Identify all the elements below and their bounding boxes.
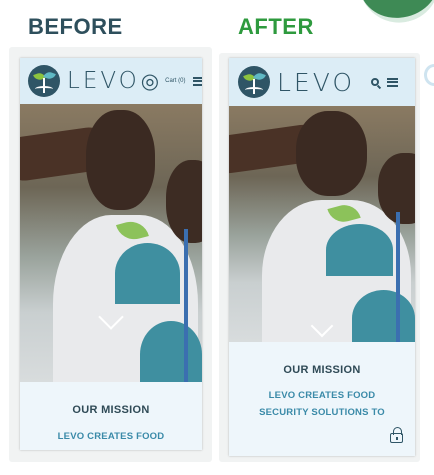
after-label: AFTER bbox=[238, 14, 314, 39]
mission-line: SECURITY SOLUTIONS TO bbox=[259, 407, 385, 418]
mission-section: OUR MISSION LEVO CREATES FOOD bbox=[20, 382, 202, 450]
after-screenshot: LEVO OUR MISSION LEVO CREATES FOOD SECUR… bbox=[229, 58, 415, 456]
logo-wordmark[interactable]: LEVO bbox=[67, 68, 140, 94]
logo-wordmark[interactable]: LEVO bbox=[277, 68, 355, 97]
decorative-ring bbox=[424, 64, 434, 86]
mission-section: OUR MISSION LEVO CREATES FOOD SECURITY S… bbox=[229, 342, 415, 456]
mission-title: OUR MISSION bbox=[72, 404, 150, 416]
decorative-leaf bbox=[360, 0, 434, 32]
mission-line: LEVO CREATES FOOD bbox=[268, 390, 376, 401]
before-label: BEFORE bbox=[28, 14, 123, 39]
hero-image bbox=[229, 106, 415, 342]
before-screenshot: LEVO ◎ Cart (0) OUR MISSION LEVO CREATES… bbox=[20, 58, 202, 450]
levo-logo-icon[interactable] bbox=[28, 65, 60, 97]
site-header: LEVO ◎ Cart (0) bbox=[20, 58, 202, 104]
site-header: LEVO bbox=[229, 58, 415, 106]
cart-label[interactable]: Cart (0) bbox=[165, 78, 185, 84]
lock-icon[interactable] bbox=[390, 427, 403, 443]
hero-image bbox=[20, 104, 202, 382]
levo-logo-icon[interactable] bbox=[238, 66, 270, 98]
cart-icon[interactable]: ◎ bbox=[141, 71, 159, 92]
mission-line: LEVO CREATES FOOD bbox=[57, 431, 165, 442]
mission-title: OUR MISSION bbox=[283, 364, 361, 376]
hamburger-icon[interactable] bbox=[193, 76, 202, 86]
search-icon[interactable] bbox=[371, 78, 380, 86]
hamburger-icon[interactable] bbox=[387, 77, 399, 87]
